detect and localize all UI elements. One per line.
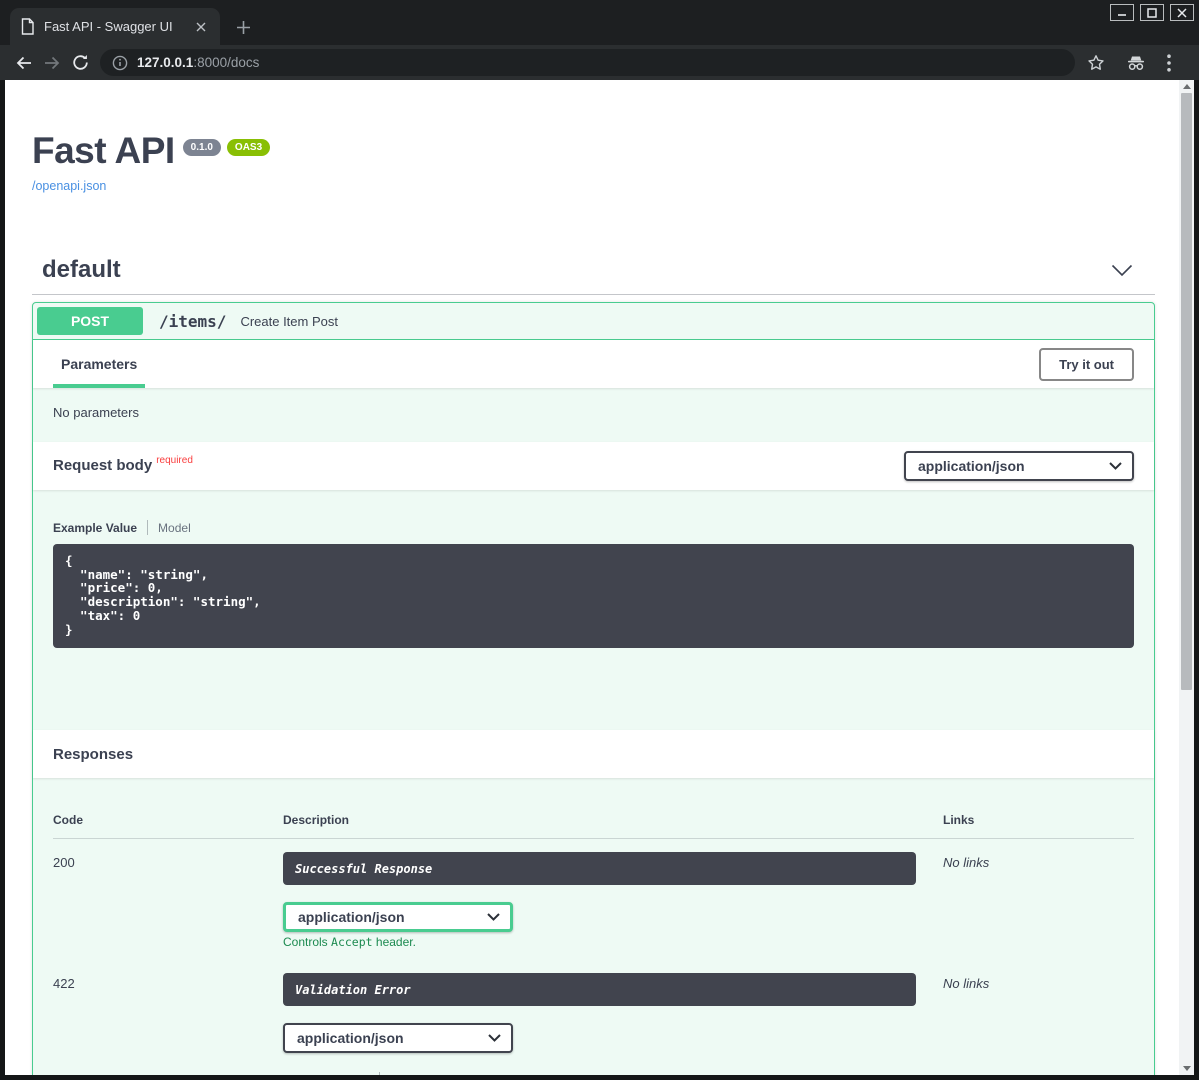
vertical-scrollbar[interactable] (1179, 80, 1194, 1075)
request-body-header: Request body required application/json (33, 442, 1154, 490)
forward-icon[interactable] (38, 49, 66, 77)
tab-example-value[interactable]: Example Value (285, 1073, 369, 1076)
version-badge: 0.1.0 (183, 139, 221, 156)
scrollbar-thumb[interactable] (1181, 93, 1192, 690)
tab-title: Fast API - Swagger UI (44, 19, 183, 34)
responses-header: Responses (33, 730, 1154, 778)
api-title-text: Fast API (32, 130, 175, 171)
response-code: 422 (53, 973, 283, 1075)
spacer (33, 648, 1154, 730)
tab-model[interactable]: Model (390, 1073, 423, 1076)
try-it-out-button[interactable]: Try it out (1039, 348, 1134, 381)
response-content-type-value: application/json (297, 1030, 404, 1046)
tab-divider (147, 520, 148, 535)
page-favicon-icon (20, 18, 35, 35)
window-controls (1110, 4, 1194, 21)
minimize-button[interactable] (1110, 4, 1134, 21)
browser-tab[interactable]: Fast API - Swagger UI (10, 8, 220, 45)
response-description-cell: Successful Response application/json Con… (283, 852, 943, 949)
browser-window: Fast API - Swagger UI (0, 0, 1199, 1080)
reload-icon[interactable] (66, 49, 94, 77)
endpoint-summary: Create Item Post (240, 314, 338, 329)
tag-section-header[interactable]: default (32, 250, 1155, 295)
response-content-type-select-200[interactable]: application/json (283, 902, 513, 932)
url-text[interactable]: 127.0.0.1:8000/docs (137, 54, 259, 72)
accept-note-pre: Controls (283, 935, 331, 949)
chevron-down-icon (1109, 462, 1122, 470)
example-model-tabs-422: Example Value Model (285, 1072, 943, 1075)
column-description: Description (283, 813, 943, 827)
responses-table-head: Code Description Links (53, 813, 1134, 839)
response-description-cell: Validation Error application/json Exampl… (283, 973, 943, 1075)
toolbar-actions (1087, 54, 1171, 72)
column-code: Code (53, 813, 283, 827)
response-links: No links (943, 973, 1134, 1075)
request-content-type-value: application/json (918, 458, 1025, 474)
tab-divider (379, 1072, 380, 1075)
chevron-down-icon (488, 1034, 501, 1042)
chevron-down-icon (487, 913, 500, 921)
tab-close-icon[interactable] (192, 18, 210, 36)
response-content-type-value: application/json (298, 909, 405, 925)
opblock-post-items: POST /items/ Create Item Post Parameters… (32, 302, 1155, 1075)
responses-title: Responses (53, 746, 133, 763)
endpoint-path: /items/ (159, 312, 226, 331)
tab-strip: Fast API - Swagger UI (0, 0, 1199, 45)
responses-table: Code Description Links 200 Successful Re… (53, 778, 1134, 1075)
response-description: Successful Response (283, 852, 916, 885)
incognito-icon (1125, 54, 1147, 72)
back-icon[interactable] (10, 49, 38, 77)
tag-name: default (42, 256, 121, 284)
browser-menu-icon[interactable] (1167, 54, 1171, 72)
tab-parameters[interactable]: Parameters (53, 341, 145, 388)
collapse-chevron-icon[interactable] (1101, 264, 1143, 277)
accept-header-note: Controls Accept header. (283, 935, 943, 949)
api-title: Fast API 0.1.0 OAS3 (32, 130, 1155, 172)
response-description: Validation Error (283, 973, 916, 1006)
tab-example-value[interactable]: Example Value (53, 521, 137, 535)
response-code: 200 (53, 852, 283, 949)
column-links: Links (943, 813, 1134, 827)
url-path: :8000/docs (193, 55, 259, 70)
response-links: No links (943, 852, 1134, 949)
scroll-down-icon[interactable] (1179, 1062, 1194, 1075)
address-bar[interactable]: 127.0.0.1:8000/docs (100, 49, 1075, 76)
browser-toolbar: 127.0.0.1:8000/docs (0, 45, 1199, 80)
new-tab-icon[interactable] (230, 14, 256, 40)
response-row-200: 200 Successful Response application/json… (53, 839, 1134, 949)
request-body-label: Request body required (53, 457, 193, 475)
url-host: 127.0.0.1 (137, 55, 193, 70)
request-body-title: Request body (53, 457, 152, 474)
page-viewport: Fast API0.1.0OAS3 /openapi.json default … (5, 80, 1194, 1075)
request-example-code[interactable]: { "name": "string", "price": 0, "descrip… (53, 544, 1134, 648)
http-method-badge[interactable]: POST (37, 307, 143, 335)
no-parameters-text: No parameters (33, 388, 1154, 442)
accept-note-code: Accept (331, 935, 373, 949)
maximize-button[interactable] (1140, 4, 1164, 21)
swagger-ui-page: Fast API0.1.0OAS3 /openapi.json default … (5, 80, 1179, 1075)
opblock-summary[interactable]: POST /items/ Create Item Post (33, 303, 1154, 340)
bookmark-star-icon[interactable] (1087, 54, 1105, 72)
site-info-icon[interactable] (112, 55, 128, 71)
response-row-422: 422 Validation Error application/json Ex… (53, 960, 1134, 1075)
scroll-up-icon[interactable] (1179, 80, 1194, 93)
openapi-spec-link[interactable]: /openapi.json (32, 179, 106, 193)
required-flag: required (156, 455, 193, 466)
response-content-type-select-422[interactable]: application/json (283, 1023, 513, 1053)
request-content-type-select[interactable]: application/json (904, 451, 1134, 481)
example-model-tabs: Example Value Model (53, 520, 1134, 535)
accept-note-post: header. (373, 935, 416, 949)
parameters-header: Parameters Try it out (33, 340, 1154, 388)
tab-model[interactable]: Model (158, 521, 191, 535)
close-button[interactable] (1170, 4, 1194, 21)
oas3-badge: OAS3 (227, 139, 270, 156)
